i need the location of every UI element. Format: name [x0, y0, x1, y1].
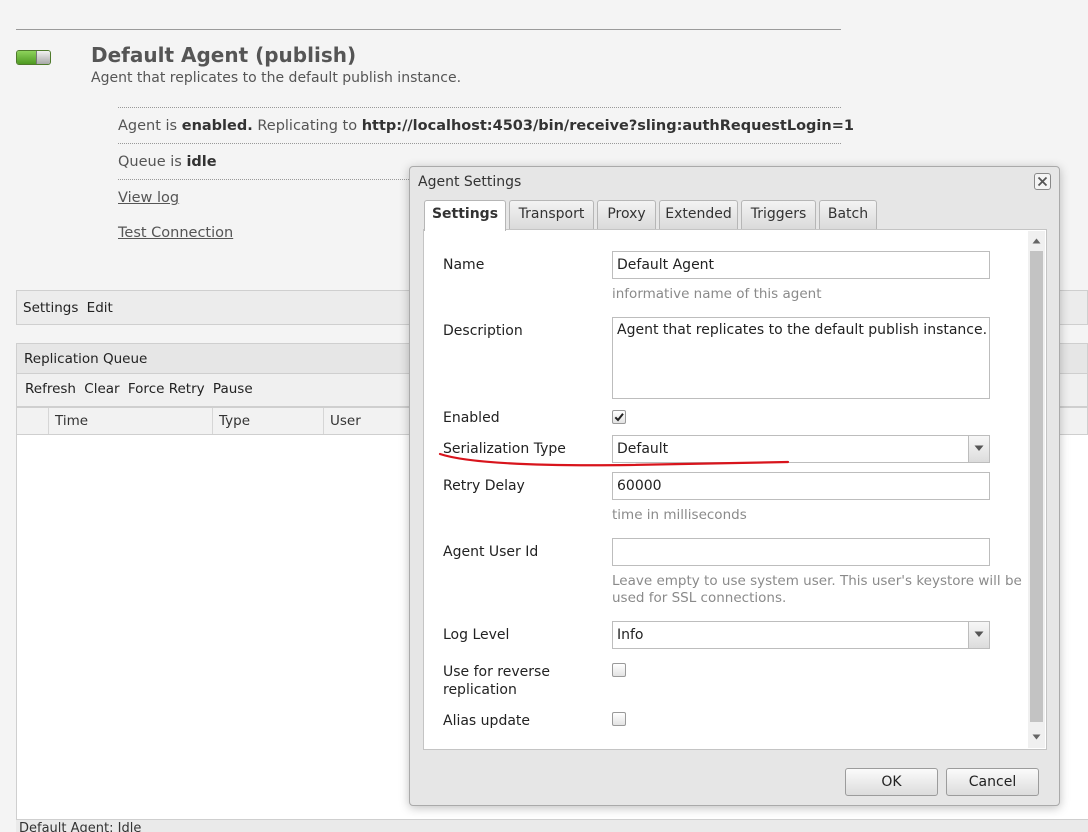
serialization-type-select[interactable]: Default	[612, 435, 990, 463]
settings-menu[interactable]: Settings	[23, 300, 78, 316]
ok-button[interactable]: OK	[845, 768, 938, 796]
queue-is-label: Queue is	[118, 154, 187, 170]
grid-row-number-header	[17, 408, 48, 434]
cancel-button[interactable]: Cancel	[946, 768, 1039, 796]
tab-proxy[interactable]: Proxy	[597, 200, 656, 229]
enabled-checkbox[interactable]	[612, 410, 626, 424]
status-bar: Default Agent: Idle	[16, 819, 1088, 832]
retry-delay-label: Retry Delay	[443, 478, 525, 494]
retry-delay-input[interactable]: 60000	[612, 472, 990, 500]
toggle-knob	[36, 51, 50, 64]
agent-user-id-hint-line1: Leave empty to use system user. This use…	[612, 573, 1022, 589]
scroll-down-arrow-icon[interactable]	[1032, 734, 1041, 740]
agent-settings-dialog: Agent Settings Settings Transport Proxy …	[409, 166, 1060, 806]
form-scrollbar[interactable]	[1028, 231, 1045, 748]
refresh-button[interactable]: Refresh	[25, 381, 76, 397]
tab-triggers[interactable]: Triggers	[741, 200, 816, 229]
agent-user-id-hint-line2: used for SSL connections.	[612, 590, 787, 606]
name-label: Name	[443, 257, 485, 273]
column-header-type[interactable]: Type	[212, 408, 323, 434]
header-divider	[16, 29, 841, 30]
chevron-down-icon	[974, 631, 984, 637]
settings-form: Name Default Agent informative name of t…	[423, 229, 1047, 750]
serialization-type-label: Serialization Type	[443, 441, 566, 457]
agent-title: Default Agent (publish)	[91, 43, 357, 67]
replicating-to-label: Replicating to	[252, 118, 362, 134]
description-label: Description	[443, 323, 523, 339]
description-textarea[interactable]: Agent that replicates to the default pub…	[612, 317, 990, 399]
agent-enabled-toggle[interactable]	[16, 50, 51, 65]
agent-is-label: Agent is	[118, 118, 182, 134]
chevron-down-icon	[974, 445, 984, 451]
close-icon	[1037, 176, 1048, 187]
reverse-replication-label-line1: Use for reverse	[443, 664, 550, 680]
name-hint: informative name of this agent	[612, 286, 822, 302]
serialization-type-dropdown-button[interactable]	[968, 436, 989, 462]
alias-update-checkbox[interactable]	[612, 712, 626, 726]
reverse-replication-label-line2: replication	[443, 682, 517, 698]
force-retry-button[interactable]: Force Retry	[128, 381, 205, 397]
alias-update-label: Alias update	[443, 713, 531, 729]
scroll-up-arrow-icon[interactable]	[1032, 238, 1041, 244]
log-level-label: Log Level	[443, 627, 510, 643]
retry-delay-hint: time in milliseconds	[612, 507, 747, 523]
log-level-select[interactable]: Info	[612, 621, 990, 649]
name-input[interactable]: Default Agent	[612, 251, 990, 279]
edit-button[interactable]: Edit	[87, 300, 113, 316]
tab-batch[interactable]: Batch	[819, 200, 877, 229]
scrollbar-thumb[interactable]	[1030, 251, 1043, 722]
tab-settings[interactable]: Settings	[424, 200, 506, 231]
log-level-value: Info	[617, 627, 644, 643]
tab-transport[interactable]: Transport	[509, 200, 594, 229]
pause-button[interactable]: Pause	[213, 381, 253, 397]
agent-description: Agent that replicates to the default pub…	[91, 70, 462, 86]
agent-user-id-label: Agent User Id	[443, 544, 539, 560]
enabled-label: Enabled	[443, 410, 500, 426]
replication-status-row: Agent is enabled. Replicating to http://…	[118, 107, 854, 143]
view-log-link[interactable]: View log	[118, 190, 179, 206]
reverse-replication-checkbox[interactable]	[612, 663, 626, 677]
clear-button[interactable]: Clear	[84, 381, 119, 397]
dialog-title: Agent Settings	[418, 174, 522, 190]
test-connection-link[interactable]: Test Connection	[118, 225, 233, 241]
log-level-dropdown-button[interactable]	[968, 622, 989, 648]
serialization-type-value: Default	[617, 441, 669, 457]
queue-state: idle	[186, 154, 217, 170]
checkmark-icon	[614, 413, 624, 422]
agent-user-id-input[interactable]	[612, 538, 990, 566]
tab-extended[interactable]: Extended	[659, 200, 738, 229]
close-button[interactable]	[1034, 173, 1051, 190]
agent-enabled-status: enabled.	[181, 118, 253, 134]
replication-url: http://localhost:4503/bin/receive?sling:…	[361, 118, 854, 134]
column-header-time[interactable]: Time	[48, 408, 212, 434]
